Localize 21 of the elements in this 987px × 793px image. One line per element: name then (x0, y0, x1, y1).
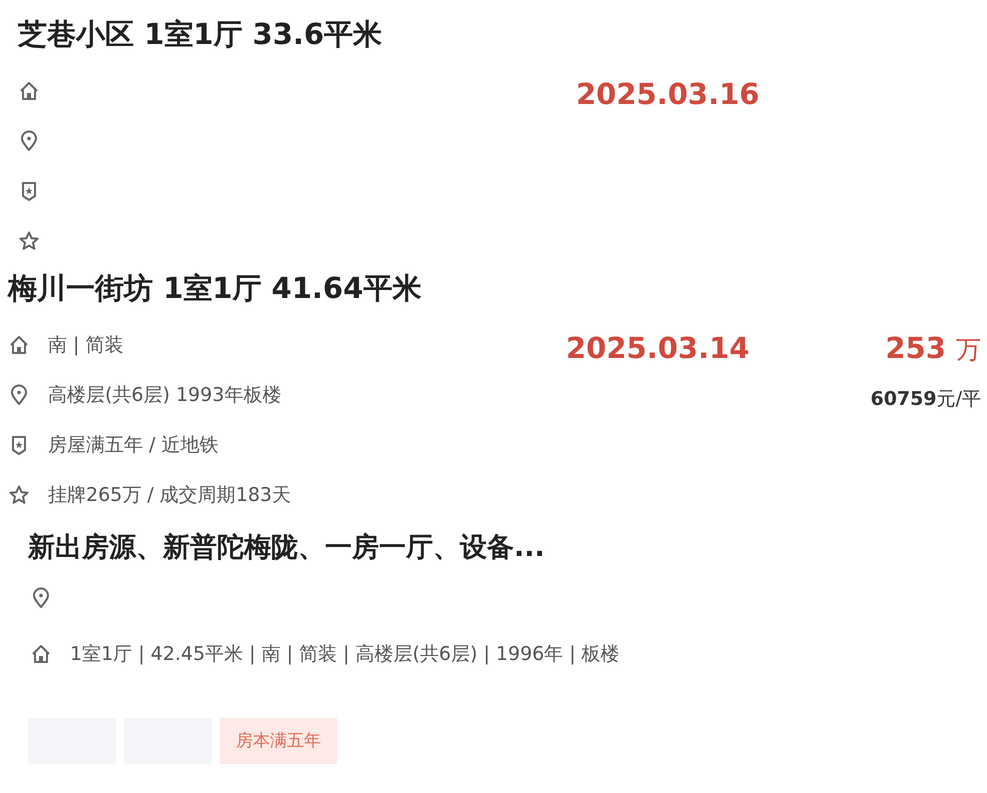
price-text: 253 万 (884, 334, 981, 363)
listing-title: 梅川一街坊 1室1厅 41.64平米 (8, 274, 422, 307)
detail-text: 挂牌265万 / 成交周期183天 (48, 482, 292, 508)
detail-text: 高楼层(共6层) 1993年板楼 (48, 382, 282, 408)
star-icon (8, 484, 30, 506)
detail-text: 房屋满五年 / 近地铁 (48, 432, 218, 458)
deal-date: 2025.03.16 (576, 80, 760, 109)
house-icon (30, 643, 52, 665)
detail-text: 1室1厅 | 42.45平米 | 南 | 简装 | 高楼层(共6层) | 1996年 | 板楼 (70, 642, 620, 667)
tag: 房本满五年 (220, 718, 337, 764)
house-icon (8, 334, 30, 356)
detail-text: 南 | 简装 (48, 332, 124, 358)
listing-title: 芝巷小区 1室1厅 33.6平米 (18, 20, 384, 53)
deal-date: 2025.03.14 (566, 334, 750, 363)
unit-price-text: 60759元/平 (869, 387, 981, 412)
listing-title: 新出房源、新普陀梅陇、一房一厅、设备... (28, 534, 546, 565)
house-icon (18, 80, 40, 102)
star-icon (18, 230, 40, 252)
location-pin-icon (8, 384, 30, 406)
location-pin-icon (30, 587, 52, 609)
location-pin-icon (18, 130, 40, 152)
